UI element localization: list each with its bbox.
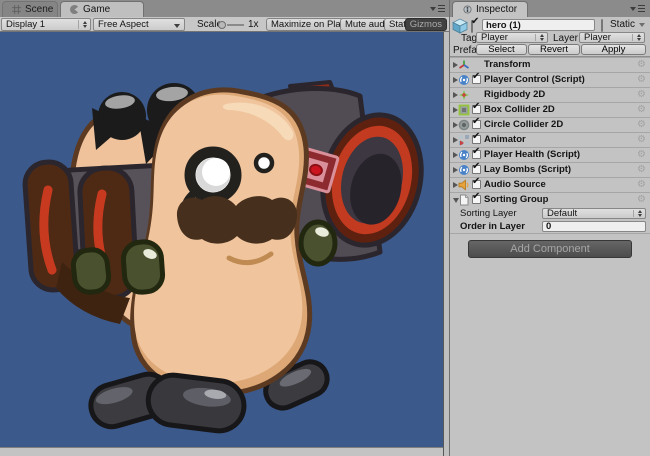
scene-grid-icon <box>12 5 21 14</box>
gear-icon[interactable]: ⚙ <box>637 104 646 115</box>
inspector-tab-icon <box>463 5 472 14</box>
static-checkbox[interactable] <box>601 19 603 32</box>
component-name: Box Collider 2D <box>484 104 555 115</box>
component-name: Lay Bombs (Script) <box>484 164 571 175</box>
audio-source-icon <box>458 179 470 191</box>
rigidbody2d-icon <box>458 89 470 101</box>
component-name: Player Health (Script) <box>484 149 580 160</box>
scale-slider[interactable] <box>218 21 244 29</box>
component-row-player-control: Player Control (Script) ⚙ <box>450 72 650 87</box>
right-eye <box>256 155 272 171</box>
enable-checkbox[interactable] <box>472 75 481 84</box>
enable-checkbox[interactable] <box>472 180 481 189</box>
static-dropdown-icon[interactable] <box>639 23 645 27</box>
enable-checkbox[interactable] <box>472 165 481 174</box>
gear-icon[interactable]: ⚙ <box>637 59 646 70</box>
tag-dropdown[interactable]: Player <box>476 32 548 43</box>
tab-inspector[interactable]: Inspector <box>452 1 528 17</box>
tab-scene-label: Scene <box>25 4 53 15</box>
game-toolbar: Display 1 Free Aspect Scale 1x Maximize … <box>0 17 449 32</box>
component-name: Circle Collider 2D <box>484 119 563 130</box>
component-row-audio-source: Audio Source ⚙ <box>450 177 650 192</box>
add-component-button[interactable]: Add Component <box>468 240 632 258</box>
sorting-group-icon <box>458 194 470 206</box>
active-checkbox[interactable] <box>471 20 473 33</box>
sorting-layer-label: Sorting Layer <box>460 208 517 219</box>
enable-checkbox[interactable] <box>472 120 481 129</box>
script-icon <box>458 74 470 86</box>
component-name: Rigidbody 2D <box>484 89 545 100</box>
component-row-circle-collider2d: Circle Collider 2D ⚙ <box>450 117 650 132</box>
component-row-box-collider2d: Box Collider 2D ⚙ <box>450 102 650 117</box>
component-row-animator: Animator ⚙ <box>450 132 650 147</box>
unity-editor-window: Scene Game Display 1 Free Aspect Scale <box>0 0 650 456</box>
component-row-transform: Transform ⚙ <box>450 57 650 72</box>
component-name: Sorting Group <box>484 194 548 205</box>
component-name: Audio Source <box>484 179 546 190</box>
layer-dropdown[interactable]: Player <box>579 32 645 43</box>
window-bottom-edge <box>0 447 443 456</box>
enable-checkbox[interactable] <box>472 105 481 114</box>
order-in-layer-label: Order in Layer <box>460 221 525 232</box>
gear-icon[interactable]: ⚙ <box>637 179 646 190</box>
aspect-dropdown[interactable]: Free Aspect <box>93 18 185 31</box>
box-collider2d-icon <box>458 104 470 116</box>
gear-icon[interactable]: ⚙ <box>637 149 646 160</box>
component-name: Player Control (Script) <box>484 74 585 85</box>
inspector-tabbar: Inspector <box>450 0 650 17</box>
script-icon <box>458 164 470 176</box>
sorting-layer-dropdown[interactable]: Default <box>542 208 646 219</box>
scale-value: 1x <box>248 19 259 30</box>
display-dropdown[interactable]: Display 1 <box>1 18 91 31</box>
gameobject-cube-icon <box>452 18 468 34</box>
component-name: Transform <box>484 59 530 70</box>
static-label: Static <box>610 19 635 30</box>
gizmos-button[interactable]: Gizmos <box>405 18 447 31</box>
boot-front <box>145 372 246 433</box>
gear-icon[interactable]: ⚙ <box>637 194 646 205</box>
game-pane-menu-icon[interactable] <box>430 5 445 12</box>
inspector-pane-menu-icon[interactable] <box>630 5 645 12</box>
gear-icon[interactable]: ⚙ <box>637 89 646 100</box>
inspector-panel: Inspector hero (1) Static Tag <box>449 0 650 456</box>
prefab-revert-button[interactable]: Revert <box>528 44 580 55</box>
gear-icon[interactable]: ⚙ <box>637 134 646 145</box>
game-tabbar: Scene Game <box>0 0 449 17</box>
game-viewport <box>0 32 443 447</box>
gameobject-name-field[interactable]: hero (1) <box>482 19 595 31</box>
tab-game-label: Game <box>83 4 110 15</box>
tab-scene[interactable]: Scene <box>2 1 58 17</box>
animator-icon <box>458 134 470 146</box>
prefab-apply-button[interactable]: Apply <box>581 44 646 55</box>
gameobject-header: hero (1) Static Tag Player Layer Player … <box>450 17 650 57</box>
gear-icon[interactable]: ⚙ <box>637 119 646 130</box>
enable-checkbox[interactable] <box>472 150 481 159</box>
hero-character-art <box>0 32 443 447</box>
game-panel: Scene Game Display 1 Free Aspect Scale <box>0 0 449 456</box>
circle-collider2d-icon <box>458 119 470 131</box>
scale-slider-knob[interactable] <box>218 21 226 29</box>
game-pacman-icon <box>70 5 79 14</box>
script-icon <box>458 149 470 161</box>
enable-checkbox[interactable] <box>472 135 481 144</box>
sorting-group-body: Sorting Layer Default Order in Layer 0 <box>450 207 650 234</box>
tag-label: Tag <box>461 33 477 44</box>
scale-slider-track <box>227 24 244 26</box>
prefab-select-button[interactable]: Select <box>476 44 527 55</box>
inspector-tab-label: Inspector <box>476 4 517 15</box>
transform-icon <box>458 59 470 71</box>
component-row-player-health: Player Health (Script) ⚙ <box>450 147 650 162</box>
order-in-layer-field[interactable]: 0 <box>542 221 646 232</box>
enable-checkbox[interactable] <box>472 195 481 204</box>
layer-label: Layer <box>553 33 578 44</box>
gear-icon[interactable]: ⚙ <box>637 74 646 85</box>
maximize-on-play-button[interactable]: Maximize on Play <box>266 18 350 31</box>
tab-game[interactable]: Game <box>60 1 144 17</box>
component-row-rigidbody2d: Rigidbody 2D ⚙ <box>450 87 650 102</box>
component-list: Transform ⚙ Player Control (Script) ⚙ Ri… <box>450 57 650 234</box>
component-name: Animator <box>484 134 526 145</box>
component-row-sorting-group: Sorting Group ⚙ <box>450 192 650 207</box>
component-row-lay-bombs: Lay Bombs (Script) ⚙ <box>450 162 650 177</box>
gear-icon[interactable]: ⚙ <box>637 164 646 175</box>
